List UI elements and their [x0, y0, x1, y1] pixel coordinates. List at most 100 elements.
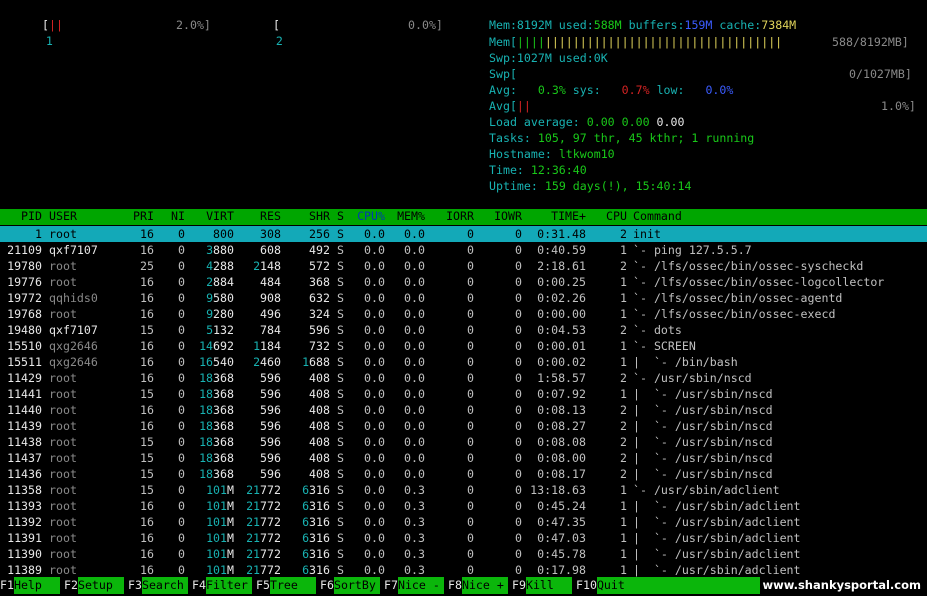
- process-row[interactable]: 19776 root 16 0 2884 484 368 S 0.0 0.0 0 0 0:00.25 1 `…: [0, 274, 927, 290]
- cell-cpu-percent: 0.0: [364, 371, 385, 385]
- cell-time: 0:47.03: [537, 531, 586, 545]
- avg-label: Avg:: [489, 83, 517, 97]
- cell-shr: 256: [309, 227, 330, 241]
- cell-pri: 16: [140, 307, 154, 321]
- avg-user: 0.3%: [537, 83, 566, 97]
- uptime-label: Uptime:: [489, 179, 538, 193]
- process-row[interactable]: 19768 root 16 0 9280 496 324 S 0.0 0.0 0 0 0:00.00 1 `…: [0, 306, 927, 322]
- avg-sys: 0.7%: [621, 83, 650, 97]
- process-row[interactable]: 19480 qxf7107 15 0 5132 784 596 S 0.0 0.0 0 0 0:04.5…: [0, 322, 927, 338]
- fkey-sortby[interactable]: F6SortBy: [320, 577, 380, 594]
- cell-shr: 408: [309, 419, 330, 433]
- cell-state: S: [337, 467, 344, 481]
- fkey-label: SortBy: [333, 577, 380, 594]
- process-row[interactable]: 11358 root 15 0 101M 21772 6316 S 0.0 0.3 0 0 13:18.…: [0, 482, 927, 498]
- load-label: Load average:: [489, 115, 580, 129]
- cell-ni: 0: [178, 419, 185, 433]
- cell-iorr: 0: [467, 291, 474, 305]
- fkey-nice[interactable]: F7Nice -: [384, 577, 444, 594]
- process-row[interactable]: 19772 qqhids0 16 0 9580 908 632 S 0.0 0.0 0 0 0:02.2…: [0, 290, 927, 306]
- cell-virt: 18368: [199, 371, 234, 385]
- process-table-header[interactable]: PID USER PRI NI VIRT RES SHR S CPU% MEM%…: [0, 209, 927, 225]
- fkey-key: F5: [256, 578, 270, 592]
- fkey-search[interactable]: F3Search: [128, 577, 188, 594]
- cell-cpu: 1: [620, 547, 627, 561]
- cell-virt: 101M: [206, 531, 234, 545]
- process-row[interactable]: 11390 root 16 0 101M 21772 6316 S 0.0 0.3 0 0 0:45.7…: [0, 546, 927, 562]
- process-row[interactable]: 11438 root 15 0 18368 596 408 S 0.0 0.0 0 0 0:08.08 2…: [0, 434, 927, 450]
- process-row[interactable]: 11391 root 16 0 101M 21772 6316 S 0.0 0.3 0 0 0:47.0…: [0, 530, 927, 546]
- cell-res: 784: [260, 323, 281, 337]
- process-row[interactable]: 11429 root 16 0 18368 596 408 S 0.0 0.0 0 0 1:58.57 2…: [0, 370, 927, 386]
- cell-cpu-percent: 0.0: [364, 435, 385, 449]
- fkey-filter[interactable]: F4Filter: [192, 577, 252, 594]
- cell-state: S: [337, 435, 344, 449]
- load-15: 0.00: [656, 115, 685, 129]
- col-state[interactable]: S: [337, 209, 344, 223]
- cell-command: `- /lfs/ossec/bin/ossec-agentd: [633, 291, 843, 305]
- cell-iowr: 0: [515, 563, 522, 577]
- cell-state: S: [337, 403, 344, 417]
- watermark: www.shankysportal.com: [762, 578, 921, 592]
- cell-pid: 11358: [7, 483, 42, 497]
- cell-pri: 16: [140, 275, 154, 289]
- cell-shr: 324: [309, 307, 330, 321]
- cell-cpu-percent: 0.0: [364, 323, 385, 337]
- fkey-quit[interactable]: F10Quit: [576, 577, 760, 594]
- cell-res: 596: [260, 467, 281, 481]
- cell-user: root: [49, 403, 77, 417]
- col-pid[interactable]: PID: [0, 209, 42, 223]
- cell-command: | `- /usr/sbin/nscd: [633, 467, 773, 481]
- fkey-kill[interactable]: F9Kill: [512, 577, 572, 594]
- col-command[interactable]: Command: [633, 209, 682, 223]
- cell-ni: 0: [178, 227, 185, 241]
- uptime: Uptime: 159 days(!), 15:40:14: [489, 178, 691, 194]
- col-cpu-percent[interactable]: CPU%: [349, 209, 385, 223]
- cell-mem-percent: 0.0: [404, 451, 425, 465]
- col-res[interactable]: RES: [240, 209, 281, 223]
- process-row[interactable]: 11392 root 16 0 101M 21772 6316 S 0.0 0.3 0 0 0:47.3…: [0, 514, 927, 530]
- cell-shr: 6316: [302, 531, 330, 545]
- col-ni[interactable]: NI: [160, 209, 185, 223]
- cell-user: root: [49, 531, 77, 545]
- process-row[interactable]: 11440 root 16 0 18368 596 408 S 0.0 0.0 0 0 0:08.13 2…: [0, 402, 927, 418]
- cell-iorr: 0: [467, 227, 474, 241]
- cell-command: | `- /usr/sbin/adclient: [633, 515, 801, 529]
- cell-user: root: [49, 387, 77, 401]
- process-row[interactable]: 11436 root 15 0 18368 596 408 S 0.0 0.0 0 0 0:08.17 2…: [0, 466, 927, 482]
- process-row[interactable]: 15511 qxg2646 16 0 16540 2460 1688 S 0.0 0.0 0 0 0:0…: [0, 354, 927, 370]
- cell-mem-percent: 0.3: [404, 499, 425, 513]
- col-virt[interactable]: VIRT: [190, 209, 234, 223]
- process-row[interactable]: 11393 root 16 0 101M 21772 6316 S 0.0 0.3 0 0 0:45.2…: [0, 498, 927, 514]
- col-cpu[interactable]: CPU: [592, 209, 627, 223]
- cell-iorr: 0: [467, 547, 474, 561]
- process-row[interactable]: 11439 root 16 0 18368 596 408 S 0.0 0.0 0 0 0:08.27 2…: [0, 418, 927, 434]
- col-user[interactable]: USER: [49, 209, 77, 223]
- cell-cpu: 1: [620, 387, 627, 401]
- process-row[interactable]: 15510 qxg2646 16 0 14692 1184 732 S 0.0 0.0 0 0 0:00…: [0, 338, 927, 354]
- process-row[interactable]: 11441 root 15 0 18368 596 408 S 0.0 0.0 0 0 0:07.92 1…: [0, 386, 927, 402]
- fkey-help[interactable]: F1Help: [0, 577, 60, 594]
- cell-user: root: [49, 275, 77, 289]
- fkey-setup[interactable]: F2Setup: [64, 577, 124, 594]
- process-row[interactable]: 11437 root 15 0 18368 596 408 S 0.0 0.0 0 0 0:08.00 2…: [0, 450, 927, 466]
- cell-pid: 11392: [7, 515, 42, 529]
- cell-pri: 16: [140, 227, 154, 241]
- col-iorr[interactable]: IORR: [430, 209, 474, 223]
- cell-cpu: 1: [620, 531, 627, 545]
- process-row[interactable]: 19780 root 25 0 4288 2148 572 S 0.0 0.0 0 0 2:18.61 2…: [0, 258, 927, 274]
- col-pri[interactable]: PRI: [118, 209, 154, 223]
- cell-ni: 0: [178, 531, 185, 545]
- cell-time: 0:40.59: [537, 243, 586, 257]
- process-row[interactable]: 21109 qxf7107 16 0 3880 608 492 S 0.0 0.0 0 0 0:40.5…: [0, 242, 927, 258]
- process-row[interactable]: 1 root 16 0 800 308 256 S 0.0 0.0 0 0 0:31.48 2 init: [0, 226, 927, 242]
- col-time[interactable]: TIME+: [525, 209, 586, 223]
- process-row[interactable]: 11389 root 16 0 101M 21772 6316 S 0.0 0.3 0 0 0:17.9…: [0, 562, 927, 578]
- col-iowr[interactable]: IOWR: [480, 209, 522, 223]
- uptime-value: 159 days(!), 15:40:14: [544, 179, 692, 193]
- col-mem-percent[interactable]: MEM%: [388, 209, 425, 223]
- cell-pri: 16: [140, 531, 154, 545]
- fkey-nice[interactable]: F8Nice +: [448, 577, 508, 594]
- col-shr[interactable]: SHR: [290, 209, 330, 223]
- fkey-tree[interactable]: F5Tree: [256, 577, 316, 594]
